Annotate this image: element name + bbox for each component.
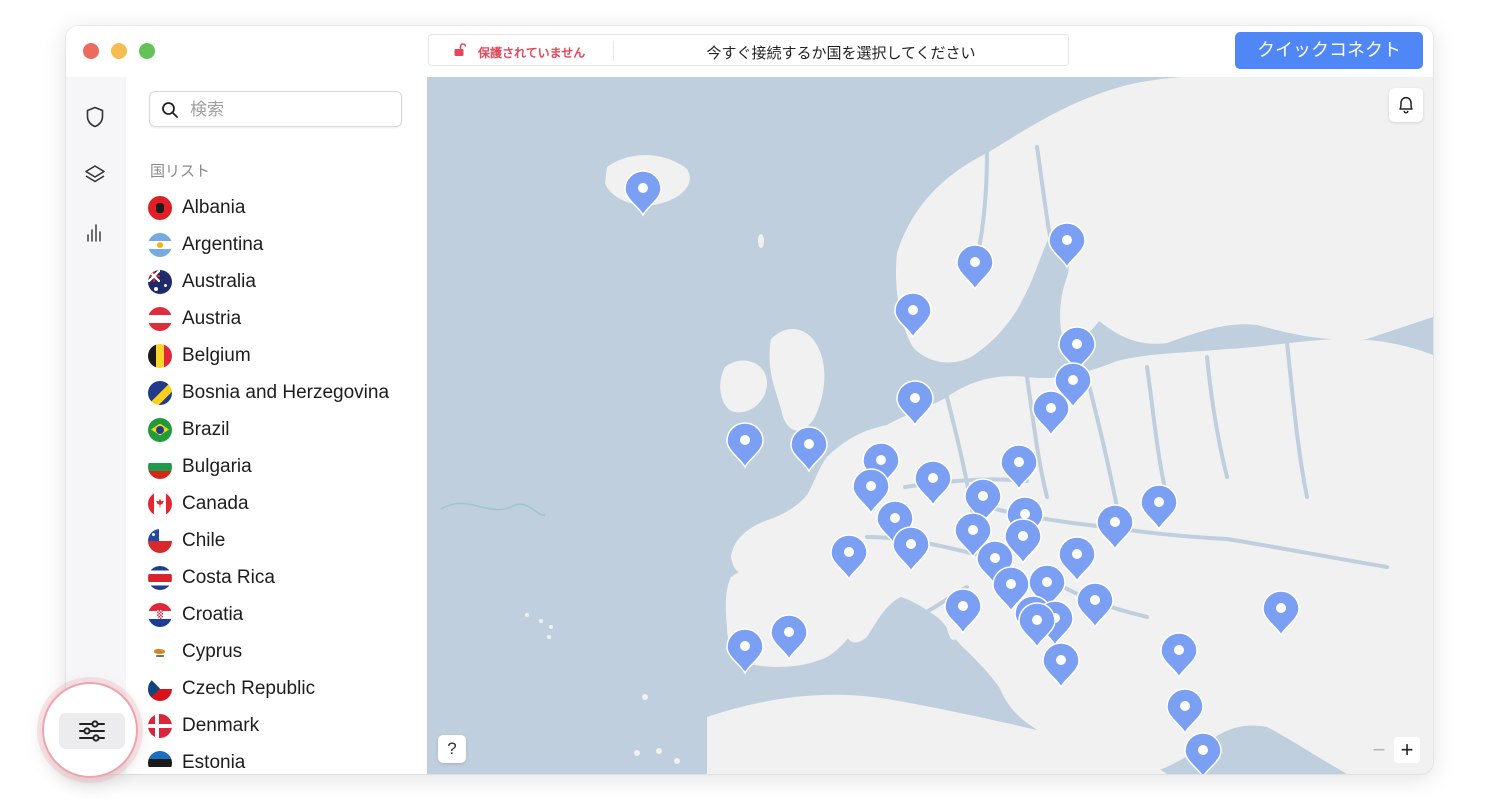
search-box <box>149 91 402 128</box>
settings-highlight <box>42 682 138 778</box>
country-name: Estonia <box>182 751 246 773</box>
help-button[interactable]: ? <box>438 735 466 763</box>
country-name: Czech Republic <box>182 677 316 699</box>
minimize-window-button[interactable] <box>111 43 127 59</box>
country-name: Chile <box>182 529 226 551</box>
unlocked-icon <box>454 43 467 56</box>
albania-flag-icon <box>148 195 172 220</box>
estonia-flag-icon <box>148 750 172 774</box>
side-rail <box>66 77 126 774</box>
country-item-czech-republic[interactable]: Czech Republic <box>148 670 389 707</box>
notifications-button[interactable] <box>1389 88 1423 122</box>
country-item-australia[interactable]: Australia <box>148 263 389 300</box>
country-name: Canada <box>182 492 249 514</box>
australia-flag-icon <box>148 269 172 294</box>
app-window: 保護されていません 今すぐ接続するか国を選択してください クイックコネクト 国リ… <box>66 26 1433 774</box>
country-name: Denmark <box>182 714 260 736</box>
country-item-albania[interactable]: Albania <box>148 189 389 226</box>
search-icon <box>162 102 178 118</box>
layers-icon[interactable] <box>83 163 107 187</box>
server-pin[interactable] <box>726 422 764 469</box>
zoom-in-button[interactable]: + <box>1394 737 1420 763</box>
country-item-cyprus[interactable]: Cyprus <box>148 633 389 670</box>
zoom-controls: − + <box>1364 737 1422 763</box>
sliders-icon <box>79 720 105 742</box>
close-window-button[interactable] <box>83 43 99 59</box>
quick-connect-button[interactable]: クイックコネクト <box>1235 32 1423 69</box>
czech-flag-icon <box>148 676 172 701</box>
europe-map <box>440 77 1433 774</box>
server-pin[interactable] <box>726 628 764 675</box>
connection-status-bar: 保護されていません 今すぐ接続するか国を選択してください <box>428 34 1069 66</box>
country-item-costa-rica[interactable]: Costa Rica <box>148 559 389 596</box>
cyprus-flag-icon <box>148 639 172 664</box>
country-item-bulgaria[interactable]: Bulgaria <box>148 448 389 485</box>
country-name: Albania <box>182 196 246 218</box>
canada-flag-icon <box>148 491 172 516</box>
country-item-bosnia-and-herzegovina[interactable]: Bosnia and Herzegovina <box>148 374 389 411</box>
country-item-denmark[interactable]: Denmark <box>148 707 389 744</box>
title-bar: 保護されていません 今すぐ接続するか国を選択してください クイックコネクト <box>66 26 1433 77</box>
bulgaria-flag-icon <box>148 454 172 479</box>
croatia-flag-icon <box>148 602 172 627</box>
denmark-flag-icon <box>148 713 172 738</box>
search-input[interactable] <box>188 92 397 128</box>
stats-icon[interactable] <box>83 221 107 245</box>
country-item-chile[interactable]: Chile <box>148 522 389 559</box>
zoom-out-button[interactable]: − <box>1366 737 1392 763</box>
country-item-brazil[interactable]: Brazil <box>148 411 389 448</box>
country-list: Albania Argentina Australia Austria Belg… <box>148 189 389 774</box>
belgium-flag-icon <box>148 343 172 368</box>
country-name: Argentina <box>182 233 264 255</box>
country-name: Bulgaria <box>182 455 252 477</box>
argentina-flag-icon <box>148 232 172 257</box>
country-name: Cyprus <box>182 640 243 662</box>
country-item-belgium[interactable]: Belgium <box>148 337 389 374</box>
country-item-austria[interactable]: Austria <box>148 300 389 337</box>
country-name: Australia <box>182 270 256 292</box>
country-panel: 国リスト Albania Argentina Aus <box>126 77 427 774</box>
server-pin[interactable] <box>624 170 662 217</box>
brazil-flag-icon <box>148 417 172 442</box>
country-name: Bosnia and Herzegovina <box>182 381 390 403</box>
server-map[interactable]: ? − + <box>427 77 1433 774</box>
country-name: Austria <box>182 307 242 329</box>
status-message: 今すぐ接続するか国を選択してください <box>706 45 976 62</box>
protection-status: 保護されていません <box>478 46 586 60</box>
bosnia-flag-icon <box>148 380 172 405</box>
country-item-argentina[interactable]: Argentina <box>148 226 389 263</box>
maximize-window-button[interactable] <box>139 43 155 59</box>
country-name: Croatia <box>182 603 244 625</box>
server-pin[interactable] <box>1184 732 1222 774</box>
country-item-croatia[interactable]: Croatia <box>148 596 389 633</box>
country-item-estonia[interactable]: Estonia <box>148 744 389 774</box>
country-list-heading: 国リスト <box>150 163 211 180</box>
costa-rica-flag-icon <box>148 565 172 590</box>
chile-flag-icon <box>148 528 172 553</box>
austria-flag-icon <box>148 306 172 331</box>
country-name: Brazil <box>182 418 230 440</box>
bell-icon <box>1399 96 1413 114</box>
country-name: Costa Rica <box>182 566 275 588</box>
settings-button[interactable] <box>59 713 125 749</box>
country-item-canada[interactable]: Canada <box>148 485 389 522</box>
shield-icon[interactable] <box>83 105 107 129</box>
server-pin[interactable] <box>790 426 828 473</box>
country-name: Belgium <box>182 344 251 366</box>
